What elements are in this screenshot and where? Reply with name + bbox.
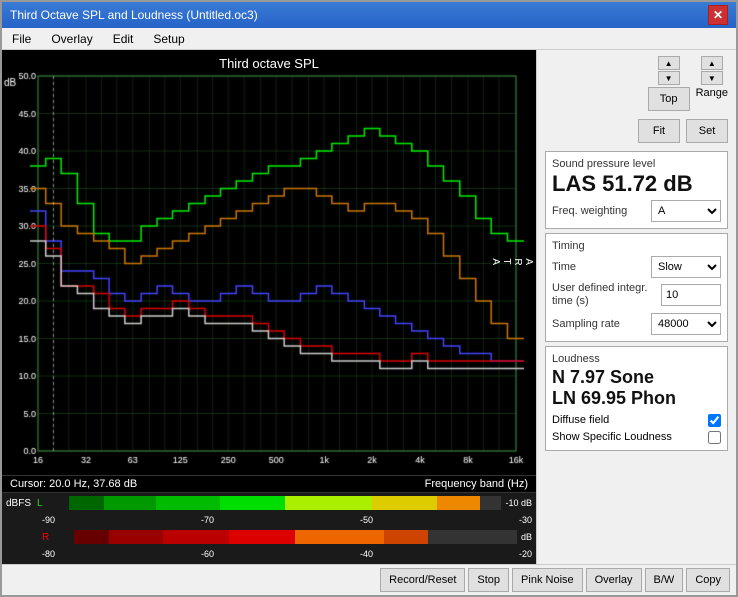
- dbfs-label: dBFS: [6, 498, 31, 509]
- nav-group-range: ▲ ▼ Range: [696, 56, 728, 111]
- chart-container: Third octave SPL ARTA: [2, 50, 536, 475]
- level-row-ticks: -90 -70 -50 -30: [6, 512, 532, 528]
- user-integr-input[interactable]: [661, 284, 721, 306]
- user-integr-label: User defined integr. time (s): [552, 282, 652, 308]
- level-ticks-bottom: -80 -60 -40 -20: [42, 549, 532, 559]
- sampling-select[interactable]: 48000 44100 96000: [651, 313, 721, 335]
- window-title: Third Octave SPL and Loudness (Untitled.…: [10, 8, 258, 22]
- main-window: Third Octave SPL and Loudness (Untitled.…: [0, 0, 738, 597]
- main-content: Third octave SPL ARTA Cursor: 20.0 Hz, 3…: [2, 50, 736, 564]
- stop-button[interactable]: Stop: [468, 568, 509, 592]
- range-label: Range: [696, 87, 728, 99]
- level-meter: dBFS L -10 d: [2, 492, 536, 564]
- freq-label: Frequency band (Hz): [425, 478, 528, 490]
- top-button[interactable]: Top: [648, 87, 690, 111]
- freq-weighting-row: Freq. weighting A C Z: [552, 200, 721, 222]
- freq-weighting-select[interactable]: A C Z: [651, 200, 721, 222]
- title-bar: Third Octave SPL and Loudness (Untitled.…: [2, 2, 736, 28]
- diffuse-checkbox[interactable]: [708, 414, 721, 427]
- cursor-text: Cursor: 20.0 Hz, 37.68 dB: [10, 478, 137, 490]
- nav-group-top: ▲ ▼ Top: [648, 56, 690, 111]
- diffuse-row: Diffuse field: [552, 414, 721, 427]
- level-row-ticks-r: -80 -60 -40 -20: [6, 546, 532, 562]
- level-ticks-top: -90 -70 -50 -30: [42, 515, 532, 525]
- user-integr-row: User defined integr. time (s): [552, 282, 721, 308]
- level-bar-l: [69, 496, 501, 510]
- copy-button[interactable]: Copy: [686, 568, 730, 592]
- bw-button[interactable]: B/W: [645, 568, 684, 592]
- set-button[interactable]: Set: [686, 119, 728, 143]
- level-scale-l: [69, 496, 501, 510]
- time-row: Time Slow Fast Impulse: [552, 256, 721, 278]
- n-value: N 7.97 Sone: [552, 367, 721, 389]
- time-select[interactable]: Slow Fast Impulse: [651, 256, 721, 278]
- l-label: L: [37, 498, 67, 509]
- sampling-row: Sampling rate 48000 44100 96000: [552, 313, 721, 335]
- menu-bar: File Overlay Edit Setup: [2, 28, 736, 50]
- level-row-l: dBFS L -10 d: [6, 495, 532, 511]
- spl-section-label: Sound pressure level: [552, 158, 721, 170]
- nav-arrows-range: ▲ ▼: [701, 56, 723, 85]
- sampling-label: Sampling rate: [552, 318, 620, 330]
- top-down-arrow[interactable]: ▼: [658, 71, 680, 85]
- fit-button[interactable]: Fit: [638, 119, 680, 143]
- right-panel: ▲ ▼ Top ▲ ▼ Range Fit Set: [536, 50, 736, 564]
- show-specific-label: Show Specific Loudness: [552, 431, 672, 443]
- range-up-arrow[interactable]: ▲: [701, 56, 723, 70]
- menu-overlay[interactable]: Overlay: [45, 30, 98, 48]
- top-up-arrow[interactable]: ▲: [658, 56, 680, 70]
- chart-bottom-info: Cursor: 20.0 Hz, 37.68 dB Frequency band…: [2, 475, 536, 492]
- spl-value: LAS 51.72 dB: [552, 172, 721, 196]
- r-label: R: [42, 532, 72, 543]
- level-bar-r: [74, 530, 517, 544]
- record-reset-button[interactable]: Record/Reset: [380, 568, 465, 592]
- loudness-label: Loudness: [552, 353, 721, 365]
- freq-weighting-label: Freq. weighting: [552, 205, 627, 217]
- loudness-section: Loudness N 7.97 Sone LN 69.95 Phon Diffu…: [545, 346, 728, 451]
- fit-set-row: Fit Set: [545, 119, 728, 143]
- chart-area: Third octave SPL ARTA Cursor: 20.0 Hz, 3…: [2, 50, 536, 564]
- show-specific-checkbox[interactable]: [708, 431, 721, 444]
- show-specific-row: Show Specific Loudness: [552, 431, 721, 444]
- spl-canvas: [2, 50, 536, 475]
- timing-label: Timing: [552, 240, 721, 252]
- menu-file[interactable]: File: [6, 30, 37, 48]
- diffuse-label: Diffuse field: [552, 414, 609, 426]
- nav-controls: ▲ ▼ Top ▲ ▼ Range: [545, 56, 728, 111]
- time-label: Time: [552, 261, 576, 273]
- level-row-r: R dB: [6, 529, 532, 545]
- menu-edit[interactable]: Edit: [107, 30, 140, 48]
- bottom-toolbar: Record/Reset Stop Pink Noise Overlay B/W…: [2, 564, 736, 595]
- nav-arrows-top: ▲ ▼: [658, 56, 680, 85]
- pink-noise-button[interactable]: Pink Noise: [512, 568, 583, 592]
- range-down-arrow[interactable]: ▼: [701, 71, 723, 85]
- spl-section: Sound pressure level LAS 51.72 dB Freq. …: [545, 151, 728, 229]
- r-tick-right: dB: [521, 532, 532, 542]
- l-tick-right: -10 dB: [505, 498, 532, 508]
- timing-section: Timing Time Slow Fast Impulse User defin…: [545, 233, 728, 341]
- overlay-button[interactable]: Overlay: [586, 568, 642, 592]
- range-label-row: Range: [696, 87, 728, 99]
- menu-setup[interactable]: Setup: [147, 30, 190, 48]
- level-scale-r: [74, 530, 517, 544]
- ln-value: LN 69.95 Phon: [552, 388, 721, 410]
- close-button[interactable]: ✕: [708, 5, 728, 25]
